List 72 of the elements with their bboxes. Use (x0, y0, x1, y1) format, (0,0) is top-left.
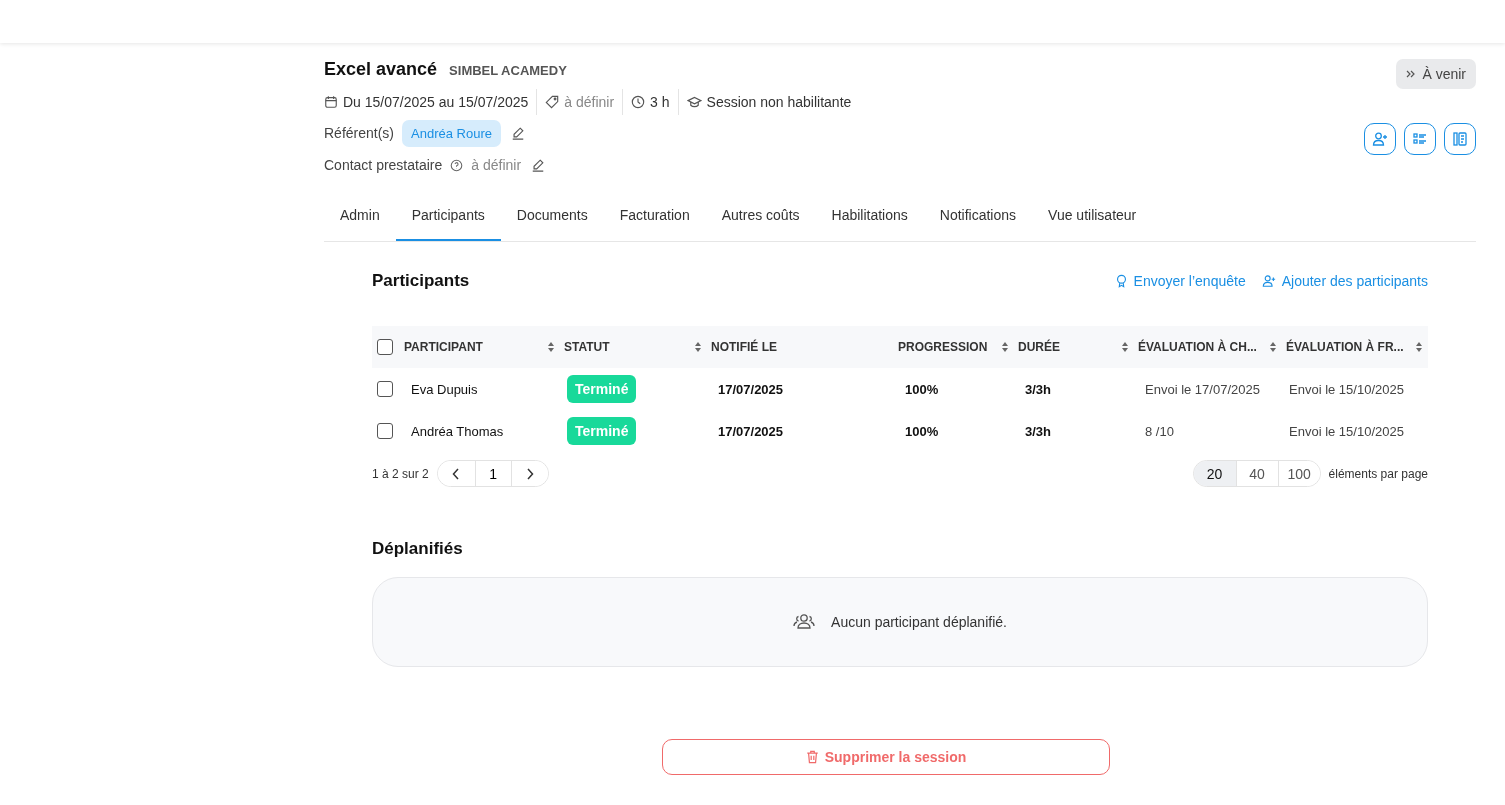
section-title: Participants (372, 271, 470, 291)
contact-value: à définir (471, 157, 522, 173)
session-qualification: Session non habilitante (706, 94, 852, 110)
row-checkbox[interactable] (377, 423, 393, 439)
select-all-checkbox[interactable] (377, 339, 393, 355)
table-cell: Eva Dupuis (411, 381, 478, 397)
table-cell: 3/3h (1025, 381, 1051, 397)
tab[interactable]: Participants (395, 195, 501, 241)
tag-icon (545, 95, 560, 109)
contact-label: Contact prestataire (324, 157, 443, 173)
list-button[interactable] (1404, 123, 1436, 155)
tab[interactable]: Vue utilisateur (1032, 195, 1153, 241)
status-badge: À venir (1396, 59, 1476, 89)
section-title: Déplanifiés (372, 539, 464, 559)
column-header[interactable]: ÉVALUATION À CH... (1134, 340, 1282, 354)
table-cell: Envoi le 15/10/2025 (1289, 381, 1404, 397)
referents-label: Référent(s) (324, 125, 395, 141)
tab[interactable]: Notifications (923, 195, 1033, 241)
graduation-cap-icon (686, 95, 702, 109)
session-price: à définir (564, 94, 615, 110)
table-cell: Envoi le 17/07/2025 (1145, 381, 1260, 397)
chevron-right-icon (525, 467, 534, 480)
provider-name: SIMBEL ACAMEDY (449, 63, 567, 78)
column-header[interactable]: PROGRESSION (894, 340, 1014, 354)
table-cell: 8 /10 (1145, 423, 1174, 439)
pencil-icon[interactable] (531, 158, 546, 172)
status-badge: Terminé (567, 417, 637, 445)
trash-icon (805, 750, 819, 764)
add-user-button[interactable] (1364, 123, 1396, 155)
tab[interactable]: Autres coûts (705, 195, 816, 241)
table-cell: Envoi le 15/10/2025 (1289, 423, 1404, 439)
table-cell: 100% (905, 423, 939, 439)
row-checkbox[interactable] (377, 381, 393, 397)
page-size-button[interactable]: 20 (1193, 461, 1236, 486)
calendar-icon (324, 95, 338, 109)
tab[interactable]: Habilitations (815, 195, 924, 241)
users-icon (793, 613, 816, 631)
next-page-button[interactable] (510, 461, 548, 486)
page-size-button[interactable]: 100 (1277, 461, 1320, 486)
pencil-icon[interactable] (511, 126, 525, 140)
chevron-left-icon (452, 467, 461, 480)
add-participants-link[interactable]: Ajouter des participants (1261, 273, 1428, 289)
column-header: NOTIFIÉ LE (710, 340, 778, 354)
tab[interactable]: Admin (324, 195, 396, 241)
document-button[interactable] (1444, 123, 1476, 155)
send-survey-link[interactable]: Envoyer l’enquête (1114, 273, 1246, 289)
table-cell: 3/3h (1025, 423, 1051, 439)
double-chevron-icon (1406, 70, 1416, 78)
column-header[interactable]: PARTICIPANT (400, 340, 560, 354)
session-dates: Du 15/07/2025 au 15/07/2025 (343, 94, 529, 110)
award-icon (1114, 274, 1128, 288)
per-page-label: éléments par page (1328, 466, 1428, 481)
column-header[interactable]: DURÉE (1014, 340, 1134, 354)
range-text: 1 à 2 sur 2 (372, 466, 429, 481)
column-header[interactable]: STATUT (560, 340, 707, 354)
tab[interactable]: Documents (500, 195, 604, 241)
session-duration: 3 h (650, 94, 670, 110)
status-badge: Terminé (567, 375, 637, 403)
clock-icon (631, 95, 646, 109)
empty-message: Aucun participant déplanifié. (831, 614, 1007, 630)
tab[interactable]: Facturation (603, 195, 706, 241)
session-title: Excel avancé (324, 59, 438, 80)
add-user-icon (1261, 274, 1276, 288)
add-user-icon (1372, 131, 1388, 147)
table-cell: 17/07/2025 (718, 423, 784, 439)
document-icon (1452, 131, 1468, 147)
table-cell: 100% (905, 381, 939, 397)
list-icon (1412, 131, 1428, 147)
column-header[interactable]: ÉVALUATION À FR... (1282, 340, 1428, 354)
table-cell: Andréa Thomas (411, 423, 504, 439)
table-cell: 17/07/2025 (718, 381, 784, 397)
help-icon[interactable] (450, 158, 464, 172)
